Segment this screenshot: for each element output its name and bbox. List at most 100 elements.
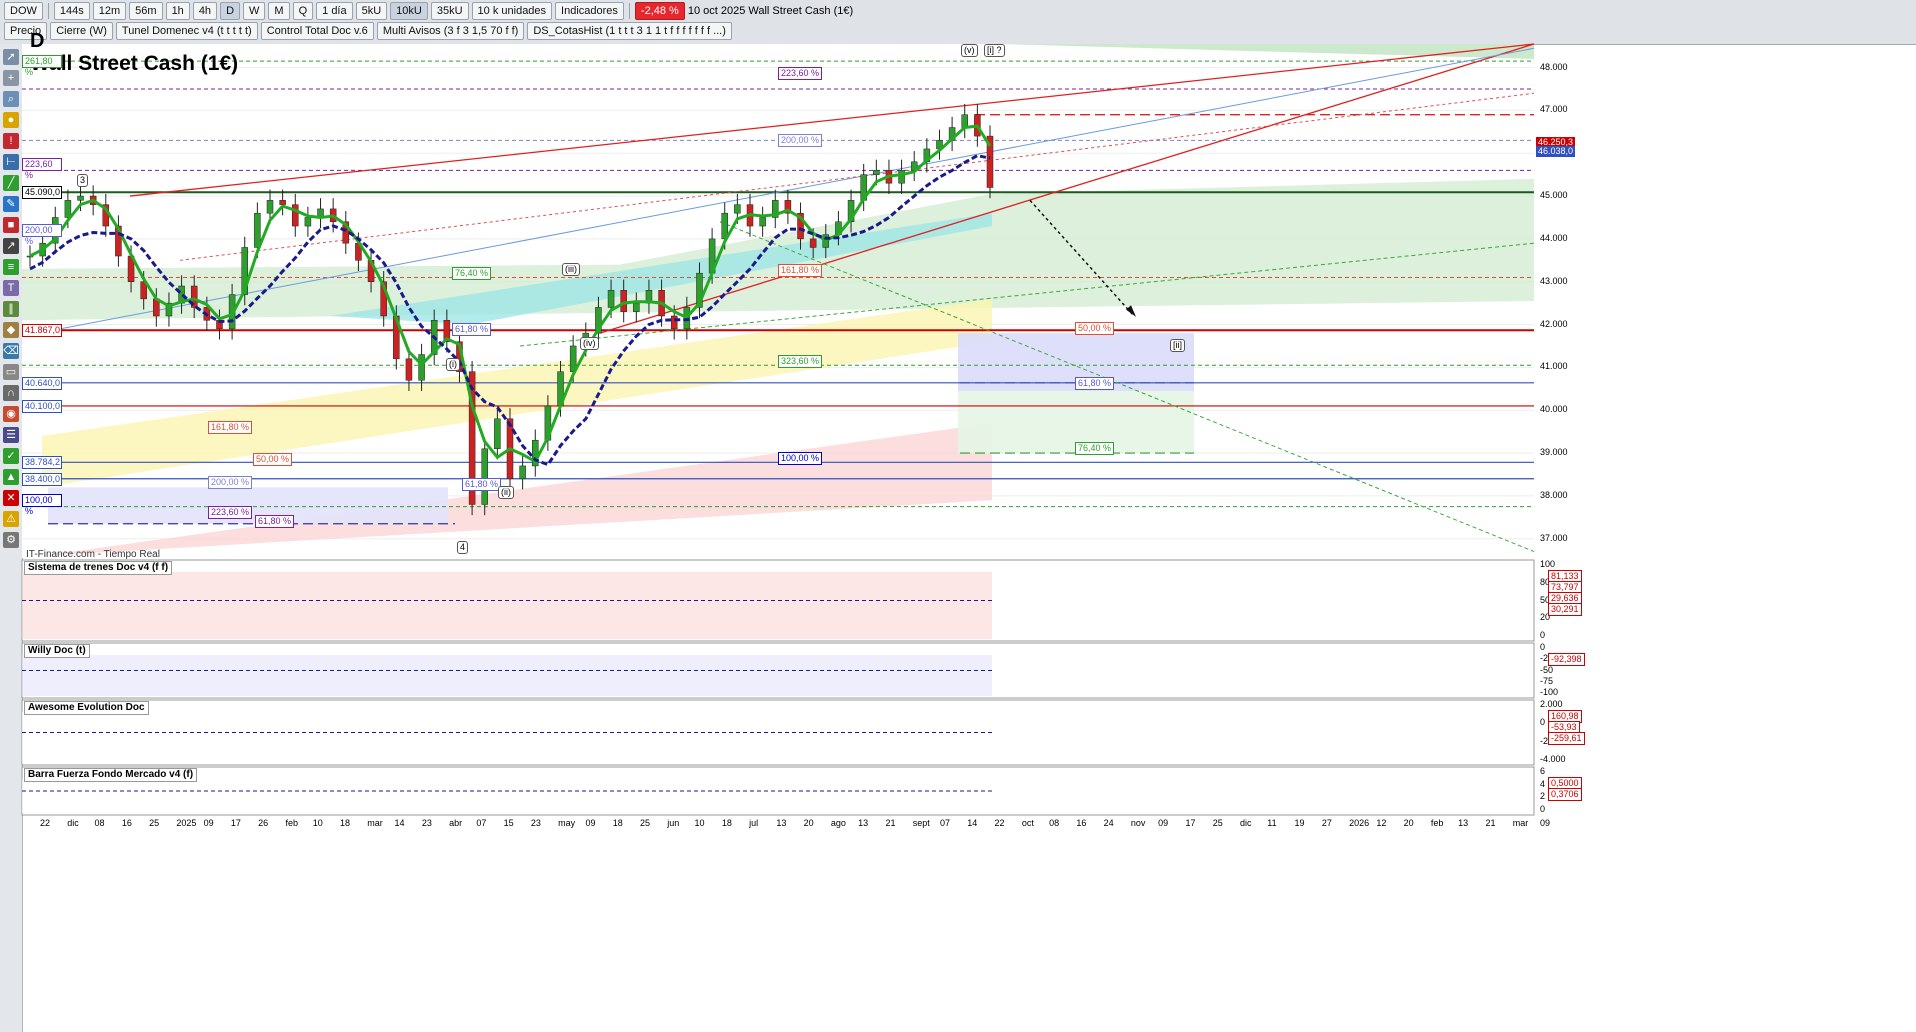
candle-body xyxy=(279,200,286,205)
x-tick-label: 14 xyxy=(967,818,978,828)
candle-body xyxy=(873,170,880,175)
last-price-tag: 46.038,0 xyxy=(1536,145,1576,157)
y-tick-label: 42.000 xyxy=(1540,318,1568,329)
x-tick-label: jul xyxy=(749,818,759,828)
candle-body xyxy=(64,200,72,218)
candle-body xyxy=(494,418,501,450)
x-tick-label: 09 xyxy=(585,818,596,828)
candle-body xyxy=(759,217,766,227)
x-tick-label: 12 xyxy=(1376,818,1387,828)
x-tick-label: 20 xyxy=(1403,818,1414,828)
y-tick-label: 48.000 xyxy=(1540,61,1568,72)
candle-body xyxy=(519,465,526,480)
x-tick-label: 24 xyxy=(1103,818,1114,828)
fib-label: 223,60 % xyxy=(208,506,253,520)
indicator-title: Willy Doc (t) xyxy=(24,644,90,658)
candle-body xyxy=(418,354,425,381)
fib-label: 61,80 % xyxy=(452,322,492,336)
fib-label: 161,80 % xyxy=(208,420,253,434)
x-tick-label: oct xyxy=(1021,818,1034,828)
x-tick-label: 09 xyxy=(203,818,214,828)
fib-label: 323,60 % xyxy=(778,354,823,368)
fib-label: 50,00 % xyxy=(1075,321,1115,335)
wave-label: [i] ? xyxy=(984,44,1005,58)
indicator-title: Awesome Evolution Doc xyxy=(24,701,149,715)
candle-body xyxy=(607,290,615,308)
x-tick-label: 21 xyxy=(885,818,896,828)
x-tick-label: 07 xyxy=(940,818,951,828)
x-tick-label: 16 xyxy=(1076,818,1087,828)
x-tick-label: 27 xyxy=(1321,818,1332,828)
wave-label: (i) xyxy=(446,357,460,371)
indicator-tick: 0 xyxy=(1540,630,1546,640)
candle-body xyxy=(633,302,640,312)
x-tick-label: jun xyxy=(667,818,680,828)
x-tick-label: 21 xyxy=(1485,818,1496,828)
indicator-fill xyxy=(22,572,992,639)
x-tick-label: 18 xyxy=(340,818,351,828)
indicator-tick: 0 xyxy=(1540,804,1546,814)
y-tick-label: 37.000 xyxy=(1540,532,1568,543)
fib-label: 161,80 % xyxy=(778,264,823,278)
price-level-label: 200,00 % xyxy=(22,224,62,246)
x-tick-label: mar xyxy=(1512,818,1529,828)
indicator-tick: 0 xyxy=(1540,642,1546,652)
x-tick-label: 25 xyxy=(1212,818,1223,828)
indicator-value: -92,398 xyxy=(1548,653,1585,666)
fib-label: 200,00 % xyxy=(778,134,823,148)
x-tick-label: 22 xyxy=(40,818,51,828)
x-tick-label: 26 xyxy=(258,818,269,828)
chart-letter: D xyxy=(30,30,45,52)
y-tick-label: 38.000 xyxy=(1540,489,1568,500)
wave-label: 4 xyxy=(457,541,469,555)
candle-body xyxy=(898,170,905,184)
candle-body xyxy=(734,204,741,214)
indicator-tick: 6 xyxy=(1540,766,1546,776)
x-tick-label: 17 xyxy=(1185,818,1196,828)
x-tick-label: dic xyxy=(67,818,79,828)
x-tick-label: 10 xyxy=(694,818,705,828)
x-tick-label: 25 xyxy=(149,818,160,828)
candle-body xyxy=(961,114,968,128)
indicator-tick: 2 xyxy=(1540,791,1546,802)
price-level-label: 45.090,0 xyxy=(22,186,62,200)
price-level-label: 38.784,2 xyxy=(22,456,62,470)
x-tick-label: 13 xyxy=(858,818,869,828)
x-tick-label: 16 xyxy=(121,818,132,828)
fib-label: 200,00 % xyxy=(208,475,253,489)
wave-label: [ii] xyxy=(1170,339,1185,353)
fib-label: 61,80 % xyxy=(1075,376,1115,390)
fib-label: 76,40 % xyxy=(1075,441,1115,455)
indicator-fill xyxy=(22,779,992,813)
candle-body xyxy=(77,195,84,201)
x-tick-label: 07 xyxy=(476,818,487,828)
x-tick-label: sept xyxy=(912,818,930,828)
y-tick-label: 40.000 xyxy=(1540,404,1568,415)
indicator-tick: -4.000 xyxy=(1540,754,1566,764)
price-level-label: 223,60 % xyxy=(22,157,62,180)
x-tick-label: 19 xyxy=(1294,818,1305,828)
data-credit: IT-Finance.com - Tiempo Real xyxy=(26,549,160,560)
x-tick-label: 2026 xyxy=(1349,818,1370,828)
y-tick-label: 44.000 xyxy=(1540,232,1568,243)
indicator-title: Sistema de trenes Doc v4 (f f) xyxy=(24,561,173,575)
x-tick-label: feb xyxy=(285,818,298,828)
x-tick-label: 08 xyxy=(1049,818,1060,828)
fib-label: 61,80 % xyxy=(255,514,295,528)
x-tick-label: 2025 xyxy=(176,818,197,828)
indicator-tick: -100 xyxy=(1540,687,1559,697)
indicator-tick: -75 xyxy=(1540,675,1554,686)
indicator-tick: 4 xyxy=(1540,778,1546,789)
x-tick-label: 23 xyxy=(421,818,432,828)
x-tick-label: 17 xyxy=(230,818,241,828)
fib-label: 100,00 % xyxy=(778,452,823,466)
candle-body xyxy=(304,217,312,227)
indicator-title: Barra Fuerza Fondo Mercado v4 (f) xyxy=(24,768,198,782)
y-tick-label: 41.000 xyxy=(1540,361,1568,372)
candle-body xyxy=(481,448,488,505)
x-tick-label: may xyxy=(558,818,576,828)
x-tick-label: feb xyxy=(1430,818,1444,828)
candle-body xyxy=(809,238,817,248)
x-tick-label: 13 xyxy=(1458,818,1469,828)
x-tick-label: 22 xyxy=(994,818,1005,828)
